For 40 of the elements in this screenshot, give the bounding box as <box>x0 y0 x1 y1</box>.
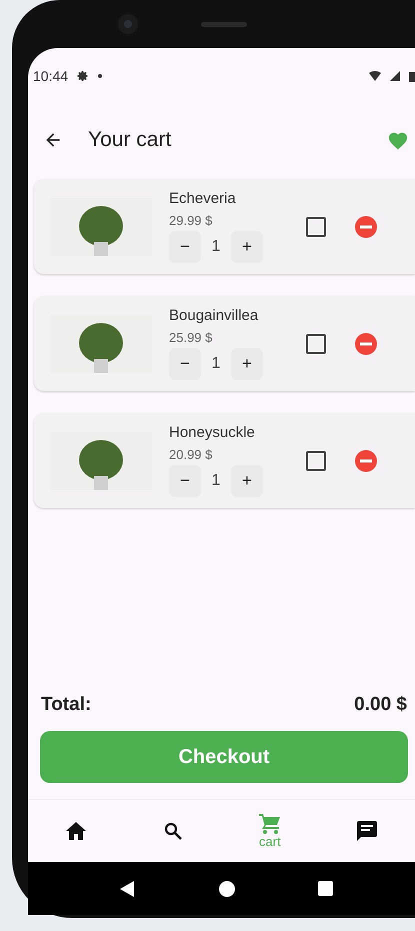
speaker-grille <box>201 22 247 26</box>
checkbox[interactable] <box>306 450 326 470</box>
wifi-icon <box>369 71 381 81</box>
camera-icon <box>117 13 139 35</box>
quantity-value: 1 <box>210 472 222 490</box>
gear-icon <box>77 70 90 82</box>
total-label: Total: <box>41 694 92 716</box>
remove-icon[interactable] <box>355 216 377 238</box>
product-name: Bougainvillea <box>169 307 260 324</box>
home-circle-icon[interactable] <box>218 880 235 896</box>
total-value: 0.00 $ <box>354 694 407 716</box>
remove-icon[interactable] <box>355 332 377 354</box>
search-icon <box>164 822 182 840</box>
chat-icon <box>356 821 377 841</box>
recents-square-icon[interactable] <box>318 881 334 896</box>
heart-icon[interactable] <box>387 130 409 150</box>
quantity-value: 1 <box>210 238 222 256</box>
product-price: 20.99 $ <box>169 447 214 462</box>
signal-icon <box>390 71 400 81</box>
back-icon[interactable] <box>120 880 136 896</box>
decrease-button[interactable]: − <box>169 231 201 263</box>
cart-icon <box>258 814 281 834</box>
checkbox[interactable] <box>306 216 326 236</box>
increase-button[interactable]: + <box>231 231 263 263</box>
checkbox[interactable] <box>306 334 326 354</box>
remove-icon[interactable] <box>355 450 377 472</box>
increase-button[interactable]: + <box>231 465 263 497</box>
product-price: 29.99 $ <box>169 213 214 228</box>
home-icon <box>66 822 86 840</box>
page-title: Your cart <box>88 128 172 152</box>
decrease-button[interactable]: − <box>169 465 201 497</box>
dot-icon <box>98 74 102 78</box>
quantity-value: 1 <box>210 355 222 373</box>
increase-button[interactable]: + <box>231 348 263 380</box>
battery-icon <box>409 70 415 82</box>
decrease-button[interactable]: − <box>169 348 201 380</box>
status-time: 10:44 <box>33 68 68 84</box>
product-price: 25.99 $ <box>169 330 214 345</box>
product-name: Echeveria <box>169 190 237 207</box>
product-name: Honeysuckle <box>169 424 256 441</box>
